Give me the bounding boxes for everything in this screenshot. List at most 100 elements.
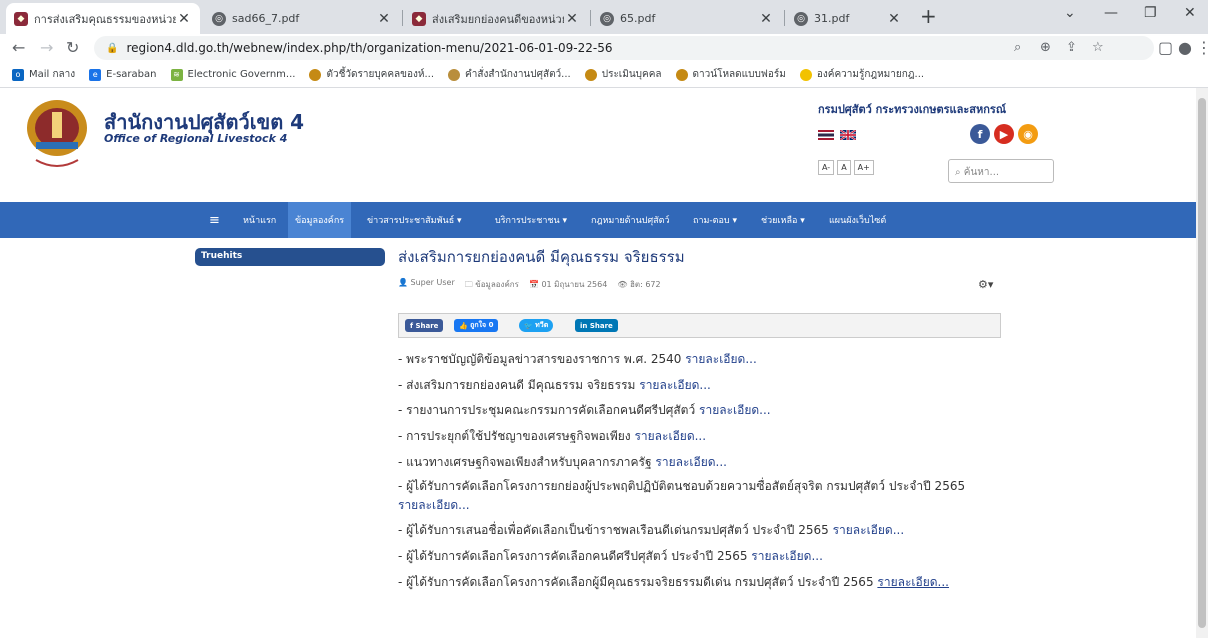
category[interactable]: 🗀 ข้อมูลองค์กร [465, 278, 519, 293]
tab-close-icon[interactable]: ✕ [758, 11, 774, 27]
nav-organization[interactable]: ข้อมูลองค์กร [288, 202, 352, 238]
facebook-icon[interactable]: f [970, 124, 990, 144]
globe-favicon-icon: ◎ [212, 11, 226, 26]
details-link[interactable]: รายละเอียด... [634, 429, 706, 443]
tab-separator [590, 10, 591, 26]
browser-tabstrip: ◆ การส่งเสริมคุณธรรมของหน่วยงาน ✕ ◎ sad6… [0, 0, 1208, 34]
tab-separator [402, 10, 403, 26]
sidepanel-icon[interactable]: ▢ [1158, 38, 1173, 57]
tab-close-icon[interactable]: ✕ [176, 11, 192, 27]
nav-faq[interactable]: ถาม-ตอบ ▾ [686, 202, 744, 238]
details-link[interactable]: รายละเอียด... [751, 549, 823, 563]
bookmark-item[interactable]: o Mail กลาง [12, 67, 75, 82]
back-arrow-icon[interactable]: ← [12, 38, 25, 57]
list-item: - ผู้ได้รับการเสนอชื่อเพื่อคัดเลือกเป็นข… [398, 523, 905, 537]
tab-search-chevron-icon[interactable]: ⌄ [1064, 5, 1076, 21]
thumbs-up-icon: 👍 [459, 321, 471, 330]
tab-5[interactable]: ◎ 31.pdf ✕ [786, 3, 910, 34]
tab-title: sad66_7.pdf [232, 12, 300, 25]
url-input[interactable]: 🔒 region4.dld.go.th/webnew/index.php/th/… [94, 36, 1154, 60]
menu-kebab-icon[interactable]: ⋮ [1196, 38, 1208, 57]
page-scrollbar[interactable] [1196, 88, 1208, 638]
new-tab-button[interactable]: + [920, 4, 937, 28]
details-link[interactable]: รายละเอียด... [833, 523, 905, 537]
details-link[interactable]: รายละเอียด... [699, 403, 771, 417]
bookmark-item[interactable]: คำสั่งสำนักงานปศุสัตว์... [448, 67, 571, 82]
main-navigation: ≡ หน้าแรก ข้อมูลองค์กร ข่าวสารประชาสัมพั… [0, 202, 1196, 238]
tab-title: การส่งเสริมคุณธรรมของหน่วยงาน [34, 12, 176, 26]
details-link[interactable]: รายละเอียด... [398, 498, 470, 512]
bookmark-label: ตัวชี้วัดรายบุคคลของห์... [326, 69, 435, 80]
globe-favicon-icon: ◎ [600, 11, 614, 26]
bookmark-label: องค์ความรู้กฎหมายกฎ... [816, 69, 925, 80]
details-link[interactable]: รายละเอียด... [655, 455, 727, 469]
font-normal-button[interactable]: A [837, 160, 851, 175]
thai-flag-icon[interactable] [818, 130, 834, 140]
bookmark-item[interactable]: e E-saraban [89, 68, 157, 81]
zoom-icon[interactable]: ⊕ [1040, 40, 1051, 55]
list-item: - พระราชบัญญัติข้อมูลข่าวสารของราชการ พ.… [398, 352, 757, 366]
egov-icon: ≋ [170, 68, 183, 81]
nav-sitemap[interactable]: แผนผังเว็บไซต์ [822, 202, 893, 238]
details-link[interactable]: รายละเอียด... [877, 575, 949, 589]
nav-home[interactable]: หน้าแรก [236, 202, 283, 238]
close-window-button[interactable]: ✕ [1184, 5, 1196, 21]
site-subtitle: Office of Regional Livestock 4 [104, 132, 288, 145]
tab-close-icon[interactable]: ✕ [376, 11, 392, 27]
youtube-icon[interactable]: ▶ [994, 124, 1014, 144]
star-icon[interactable]: ☆ [1092, 40, 1104, 55]
tab-4[interactable]: ◎ 65.pdf ✕ [592, 3, 782, 34]
dld-seal-icon [584, 68, 597, 81]
facebook-share-button[interactable]: f Share [405, 319, 444, 332]
nav-news[interactable]: ข่าวสารประชาสัมพันธ์ ▾ [360, 202, 469, 238]
bookmark-item[interactable]: ประเมินบุคคล [584, 67, 662, 82]
tab-3[interactable]: ◆ ส่งเสริมยกย่องคนดีของหน่วยงาน ✕ [404, 3, 588, 34]
uk-flag-icon[interactable] [840, 130, 856, 140]
bookmark-label: E-saraban [106, 69, 157, 80]
list-item: - ผู้ได้รับการคัดเลือกโครงการคัดเลือกผู้… [398, 575, 949, 589]
forward-arrow-icon[interactable]: → [40, 38, 53, 57]
scrollbar-thumb[interactable] [1198, 98, 1206, 628]
language-switcher [818, 130, 856, 140]
site-search-input[interactable]: ⌕ ค้นหา... [948, 159, 1054, 183]
nav-law[interactable]: กฎหมายด้านปศุสัตว์ [584, 202, 677, 238]
bookmark-item[interactable]: ≋ Electronic Governm... [170, 68, 296, 81]
bookmark-item[interactable]: องค์ความรู้กฎหมายกฎ... [799, 67, 925, 82]
author: 👤 Super User [398, 278, 455, 287]
hamburger-menu-icon[interactable]: ≡ [202, 202, 227, 238]
dld-logo-icon [27, 100, 87, 167]
tab-close-icon[interactable]: ✕ [886, 11, 902, 27]
tab-2[interactable]: ◎ sad66_7.pdf ✕ [204, 3, 400, 34]
bookmark-label: Electronic Governm... [187, 69, 296, 80]
truehits-widget[interactable]: Truehits [195, 248, 385, 266]
calendar-icon: 📅 [528, 280, 542, 289]
tweet-button[interactable]: 🐦 ทวีต [519, 319, 554, 332]
facebook-like-button[interactable]: 👍 ถูกใจ 0 [454, 319, 499, 332]
tab-close-icon[interactable]: ✕ [564, 11, 580, 27]
minimize-button[interactable]: — [1104, 5, 1118, 21]
nav-help[interactable]: ช่วยเหลือ ▾ [754, 202, 812, 238]
reload-icon[interactable]: ↻ [66, 38, 79, 57]
bookmark-label: คำสั่งสำนักงานปศุสัตว์... [465, 69, 571, 80]
search-icon[interactable]: ⌕ [1014, 40, 1021, 55]
publish-date: 📅 01 มิถุนายน 2564 [528, 280, 608, 289]
restore-button[interactable]: ❐ [1144, 5, 1157, 21]
gear-icon[interactable]: ⚙▾ [978, 278, 993, 291]
details-link[interactable]: รายละเอียด... [685, 352, 757, 366]
profile-icon[interactable]: ● [1178, 38, 1192, 57]
linkedin-share-button[interactable]: in Share [575, 319, 618, 332]
search-icon: ⌕ [955, 167, 964, 178]
eye-icon: 👁 [617, 280, 631, 289]
bookmark-label: Mail กลาง [29, 69, 76, 80]
font-increase-button[interactable]: A+ [853, 160, 874, 175]
bookmark-item[interactable]: ตัวชี้วัดรายบุคคลของห์... [309, 67, 434, 82]
share-icon[interactable]: ⇪ [1066, 40, 1077, 55]
bookmark-item[interactable]: ดาวน์โหลดแบบฟอร์ม [675, 67, 786, 82]
list-item: - แนวทางเศรษฐกิจพอเพียงสำหรับบุคลากรภาคร… [398, 455, 727, 469]
nav-services[interactable]: บริการประชาชน ▾ [488, 202, 574, 238]
font-decrease-button[interactable]: A- [818, 160, 835, 175]
details-link[interactable]: รายละเอียด... [639, 378, 711, 392]
tab-title: ส่งเสริมยกย่องคนดีของหน่วยงาน [432, 12, 564, 26]
tab-1[interactable]: ◆ การส่งเสริมคุณธรรมของหน่วยงาน ✕ [6, 3, 200, 34]
rss-icon[interactable]: ◉ [1018, 124, 1038, 144]
